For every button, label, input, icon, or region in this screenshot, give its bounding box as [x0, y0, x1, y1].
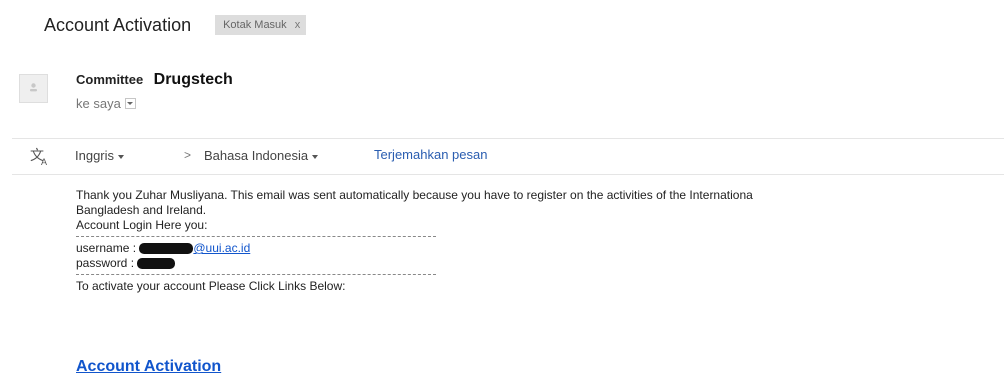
message-body: Thank you Zuhar Musliyana. This email wa… [76, 188, 1004, 294]
caret-down-icon [118, 154, 125, 159]
translate-icon: 文 A [30, 148, 47, 166]
details-dropdown-button[interactable] [124, 98, 136, 109]
inbox-label-chip[interactable]: Kotak Masuk x [215, 15, 307, 35]
inbox-label-text: Kotak Masuk [223, 19, 287, 31]
target-language-select[interactable]: Bahasa Indonesia [204, 148, 319, 163]
activation-prompt: To activate your account Please Click Li… [76, 279, 346, 293]
arrow-right-icon: > [184, 148, 192, 162]
message-line: Thank you Zuhar Musliyana. This email wa… [76, 188, 753, 202]
account-activation-link[interactable]: Account Activation [76, 358, 221, 376]
subject-row: Account Activation Kotak Masuk x [44, 10, 307, 40]
translate-bar: 文 A Inggris > Bahasa Indonesia Terjemahk… [12, 138, 1004, 175]
message-line: Account Login Here you: [76, 218, 208, 232]
email-subject: Account Activation [44, 14, 192, 35]
password-line: password : [76, 256, 1004, 271]
source-language-select[interactable]: Inggris [75, 148, 125, 163]
recipient-text: ke saya [76, 96, 121, 111]
divider [76, 274, 436, 275]
sender-avatar [19, 74, 48, 103]
redacted-password [137, 258, 176, 270]
message-line: Bangladesh and Ireland. [76, 203, 207, 217]
svg-text:A: A [41, 157, 47, 166]
person-icon [30, 83, 37, 92]
remove-label-button[interactable]: x [295, 19, 301, 31]
source-language-label: Inggris [75, 148, 115, 163]
chevron-down-icon [127, 102, 134, 105]
target-language-label: Bahasa Indonesia [204, 148, 309, 163]
redacted-username [139, 243, 194, 255]
sender-first-name: Committee [76, 72, 144, 87]
caret-down-icon [312, 154, 319, 159]
sender-last-name: Drugstech [153, 71, 233, 88]
password-label: password : [76, 256, 135, 270]
username-email-link[interactable]: @uui.ac.id [193, 241, 250, 255]
divider [76, 236, 436, 237]
username-label: username : [76, 241, 137, 255]
translate-message-link[interactable]: Terjemahkan pesan [374, 147, 487, 162]
username-line: username : @uui.ac.id [76, 241, 1004, 256]
sender-name[interactable]: Committee Drugstech [76, 71, 233, 89]
recipient-line: ke saya [76, 96, 136, 111]
